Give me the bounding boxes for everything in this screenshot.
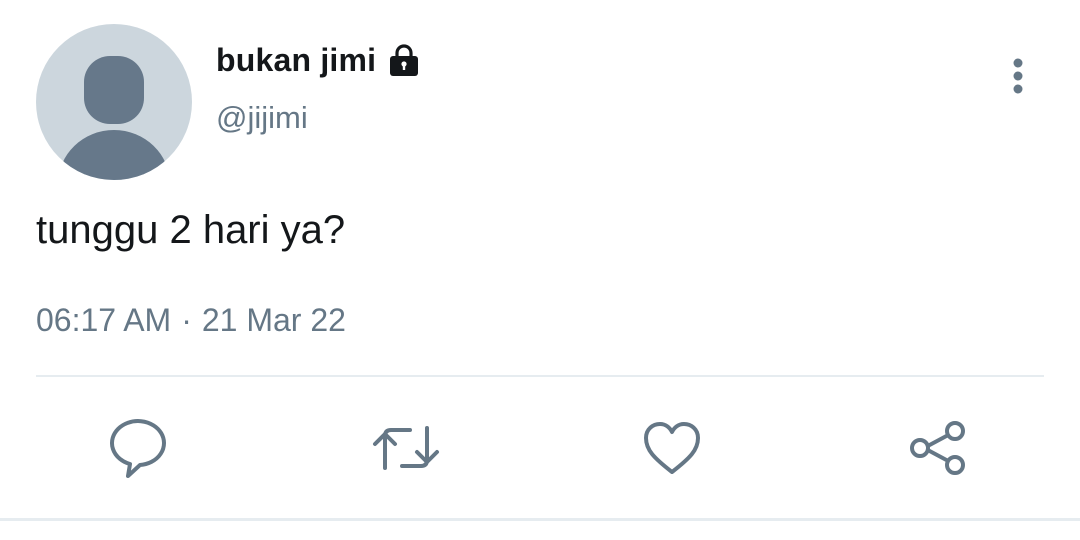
avatar[interactable] <box>36 24 192 180</box>
bottom-divider <box>0 518 1080 521</box>
user-handle[interactable]: @jijimi <box>216 100 308 136</box>
tweet-date: 21 Mar 22 <box>201 302 346 338</box>
lock-icon <box>386 42 422 78</box>
tweet-text: tunggu 2 hari ya? <box>36 208 346 252</box>
heart-icon <box>644 422 700 474</box>
share-icon <box>910 421 965 475</box>
timestamp-separator: · <box>181 302 192 338</box>
display-name[interactable]: bukan jimi <box>216 42 376 79</box>
comment-icon <box>110 419 166 478</box>
more-options-button[interactable] <box>996 54 1040 98</box>
author-name-row: bukan jimi <box>216 40 422 80</box>
tweet-time: 06:17 AM <box>36 302 172 338</box>
divider <box>36 375 1044 377</box>
retweet-icon <box>373 426 439 470</box>
share-button[interactable] <box>900 410 976 486</box>
tweet-actions <box>0 410 1080 486</box>
reply-button[interactable] <box>102 410 178 486</box>
like-button[interactable] <box>634 410 710 486</box>
tweet-timestamp[interactable]: 06:17 AM · 21 Mar 22 <box>36 302 346 339</box>
tweet-card: bukan jimi @jijimi tunggu 2 hari ya? 06:… <box>0 0 1080 540</box>
retweet-button[interactable] <box>368 410 444 486</box>
default-avatar-icon <box>58 56 170 180</box>
vertical-ellipsis-icon <box>1013 58 1023 94</box>
